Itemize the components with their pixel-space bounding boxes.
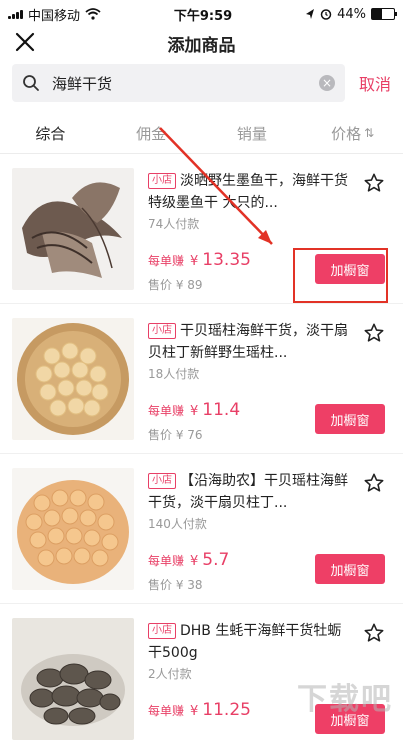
clear-icon[interactable]: × xyxy=(318,75,335,91)
product-title[interactable]: 小店 DHB 生蚝干海鲜干货牡蛎干500g xyxy=(148,620,348,664)
product-title-text: 淡晒野生墨鱼干，海鲜干货特级墨鱼干 大只的... xyxy=(148,173,348,211)
tab-sales[interactable]: 销量 xyxy=(202,113,303,153)
earn-per-order: 每单赚 ¥ 13.35 xyxy=(148,250,251,270)
page-title: 添加商品 xyxy=(167,35,236,56)
sort-icon: ⇅ xyxy=(364,126,375,140)
earn-per-order: 每单赚 ¥ 11.25 xyxy=(148,700,251,720)
earn-value: 11.4 xyxy=(202,400,241,420)
status-bar: 中国移动 下午9:59 44% xyxy=(0,0,403,28)
search-box[interactable]: × xyxy=(12,64,345,102)
carrier-label: 中国移动 xyxy=(28,8,81,24)
status-time: 下午9:59 xyxy=(173,8,233,24)
wifi-icon xyxy=(85,8,101,20)
star-icon[interactable] xyxy=(363,472,385,494)
buyer-count: 74人付款 xyxy=(148,217,200,231)
product-item[interactable]: 小店 DHB 生蚝干海鲜干货牡蛎干500g 2人付款 每单赚 ¥ 11.25 加橱… xyxy=(0,604,403,753)
location-icon xyxy=(306,9,315,19)
add-to-showcase-button[interactable]: 加橱窗 xyxy=(315,404,385,434)
tab-price-label: 价格 xyxy=(331,124,362,143)
add-to-showcase-button[interactable]: 加橱窗 xyxy=(315,254,385,284)
alarm-icon xyxy=(320,9,332,20)
add-to-showcase-button[interactable]: 加橱窗 xyxy=(315,704,385,734)
star-icon[interactable] xyxy=(363,622,385,644)
product-item[interactable]: 小店 【沿海助农】干贝瑶柱海鲜干货，淡干扇贝柱丁... 140人付款 每单赚 ¥ … xyxy=(0,454,403,604)
earn-currency: ¥ xyxy=(190,704,199,719)
product-item[interactable]: 小店 淡晒野生墨鱼干，海鲜干货特级墨鱼干 大只的... 74人付款 每单赚 ¥ 1… xyxy=(0,154,403,304)
cancel-button[interactable]: 取消 xyxy=(359,71,391,95)
sort-tabs: 综合 佣金 销量 价格 ⇅ xyxy=(0,113,403,154)
buyer-count: 2人付款 xyxy=(148,667,192,681)
product-image-oysters[interactable] xyxy=(12,618,134,740)
earn-currency: ¥ xyxy=(190,554,199,569)
shop-tag: 小店 xyxy=(148,173,176,189)
status-left: 中国移动 xyxy=(8,5,101,24)
status-right: 44% xyxy=(305,6,397,22)
earn-label: 每单赚 xyxy=(148,554,185,568)
search-row: × 取消 xyxy=(0,58,403,102)
product-title-text: 干贝瑶柱海鲜干货，淡干扇贝柱丁新鲜野生瑶柱... xyxy=(148,323,348,361)
sale-price: 售价 ¥ 89 xyxy=(148,278,203,292)
sale-price: 售价 ¥ 38 xyxy=(148,578,203,592)
earn-per-order: 每单赚 ¥ 11.4 xyxy=(148,400,240,420)
search-icon xyxy=(23,75,39,91)
add-to-showcase-button[interactable]: 加橱窗 xyxy=(315,554,385,584)
buyer-count: 140人付款 xyxy=(148,517,207,531)
star-icon[interactable] xyxy=(363,172,385,194)
earn-value: 5.7 xyxy=(202,550,230,570)
earn-per-order: 每单赚 ¥ 5.7 xyxy=(148,550,229,570)
signal-icon xyxy=(8,9,23,19)
header: 添加商品 xyxy=(0,28,403,58)
battery-percent: 44% xyxy=(337,6,366,22)
close-icon[interactable] xyxy=(14,30,36,54)
product-image-scallops[interactable] xyxy=(12,318,134,440)
product-image-dried-scallops[interactable] xyxy=(12,468,134,590)
earn-label: 每单赚 xyxy=(148,404,185,418)
product-title-text: DHB 生蚝干海鲜干货牡蛎干500g xyxy=(148,623,342,661)
product-item[interactable]: 小店 干贝瑶柱海鲜干货，淡干扇贝柱丁新鲜野生瑶柱... 18人付款 每单赚 ¥ 1… xyxy=(0,304,403,454)
product-title[interactable]: 小店 【沿海助农】干贝瑶柱海鲜干货，淡干扇贝柱丁... xyxy=(148,470,348,514)
earn-label: 每单赚 xyxy=(148,704,185,718)
shop-tag: 小店 xyxy=(148,473,176,489)
earn-currency: ¥ xyxy=(190,254,199,269)
earn-label: 每单赚 xyxy=(148,254,185,268)
earn-currency: ¥ xyxy=(190,404,199,419)
product-title-text: 【沿海助农】干贝瑶柱海鲜干货，淡干扇贝柱丁... xyxy=(148,473,348,511)
product-list: 小店 淡晒野生墨鱼干，海鲜干货特级墨鱼干 大只的... 74人付款 每单赚 ¥ 1… xyxy=(0,154,403,753)
tab-comprehensive[interactable]: 综合 xyxy=(0,113,101,153)
shop-tag: 小店 xyxy=(148,623,176,639)
earn-value: 13.35 xyxy=(202,250,251,270)
tab-commission[interactable]: 佣金 xyxy=(101,113,202,153)
tab-price[interactable]: 价格 ⇅ xyxy=(302,113,403,153)
shop-tag: 小店 xyxy=(148,323,176,339)
search-input[interactable] xyxy=(50,73,319,93)
product-title[interactable]: 小店 淡晒野生墨鱼干，海鲜干货特级墨鱼干 大只的... xyxy=(148,170,348,214)
earn-value: 11.25 xyxy=(202,700,251,720)
buyer-count: 18人付款 xyxy=(148,367,200,381)
star-icon[interactable] xyxy=(363,322,385,344)
product-image-squid[interactable] xyxy=(12,168,134,290)
product-title[interactable]: 小店 干贝瑶柱海鲜干货，淡干扇贝柱丁新鲜野生瑶柱... xyxy=(148,320,348,364)
battery-icon xyxy=(370,8,397,20)
sale-price: 售价 ¥ 76 xyxy=(148,428,203,442)
